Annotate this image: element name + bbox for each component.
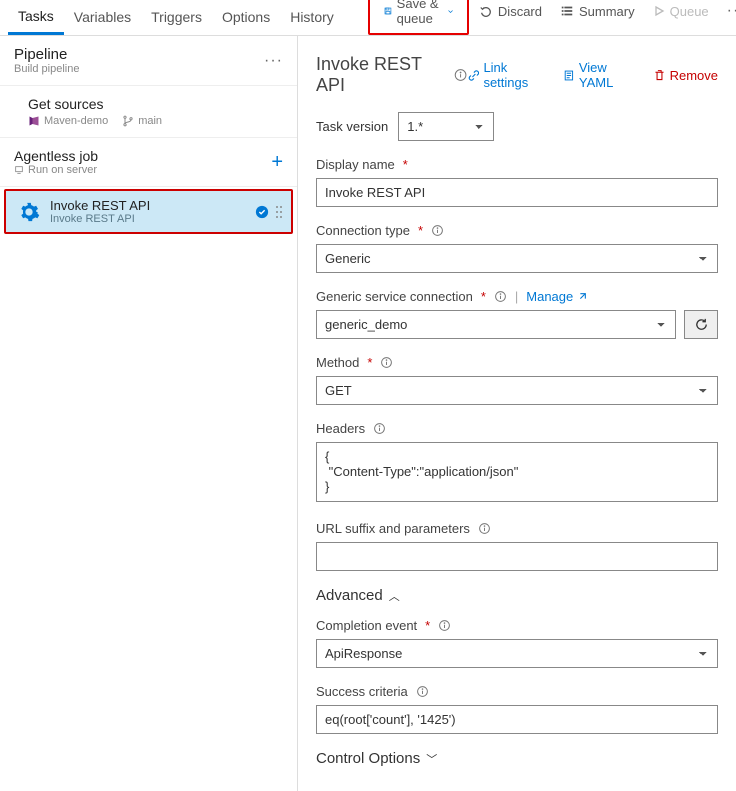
- get-sources-title: Get sources: [28, 96, 283, 112]
- chevron-down-icon: ﹀: [426, 751, 437, 767]
- main-panel: Invoke REST API Link settings View YAML …: [298, 36, 736, 791]
- tab-tasks[interactable]: Tasks: [8, 0, 64, 35]
- agentless-job[interactable]: Agentless job Run on server +: [0, 138, 297, 187]
- success-criteria-label: Success criteria: [316, 684, 408, 699]
- connection-type-label: Connection type: [316, 223, 410, 238]
- headers-textarea[interactable]: { "Content-Type":"application/json" }: [316, 442, 718, 502]
- panel-title: Invoke REST API: [316, 54, 446, 96]
- link-settings-button[interactable]: Link settings: [468, 60, 549, 90]
- repo-name: Maven-demo: [44, 115, 108, 127]
- completion-event-label: Completion event: [316, 618, 417, 633]
- url-suffix-input[interactable]: [316, 542, 718, 571]
- discard-button[interactable]: Discard: [471, 0, 550, 24]
- job-title: Agentless job: [14, 148, 98, 164]
- method-select[interactable]: GET: [316, 376, 718, 405]
- chevron-up-icon: ︿: [389, 588, 400, 604]
- task-type: Invoke REST API: [50, 213, 245, 225]
- link-icon: [468, 69, 480, 82]
- url-suffix-label: URL suffix and parameters: [316, 521, 470, 536]
- headers-label: Headers: [316, 421, 365, 436]
- info-icon[interactable]: [431, 224, 444, 237]
- advanced-section-toggle[interactable]: Advanced︿: [316, 587, 718, 604]
- branch-icon: [122, 115, 134, 127]
- chevron-down-icon: [448, 7, 453, 16]
- tab-triggers[interactable]: Triggers: [141, 1, 212, 35]
- info-icon[interactable]: [454, 68, 467, 82]
- repo-icon: [28, 115, 40, 127]
- refresh-button[interactable]: [684, 310, 718, 339]
- toolbar: Save & queue Discard Summary Queue ···: [362, 0, 736, 35]
- info-icon[interactable]: [380, 356, 393, 369]
- undo-icon: [479, 4, 493, 18]
- save-icon: [384, 4, 392, 18]
- branch-name: main: [138, 115, 162, 127]
- save-queue-button[interactable]: Save & queue: [376, 0, 461, 31]
- connection-type-select[interactable]: Generic: [316, 244, 718, 273]
- pipeline-more-button[interactable]: ···: [264, 52, 283, 70]
- remove-button[interactable]: Remove: [653, 60, 718, 90]
- pipeline-title: Pipeline: [14, 46, 79, 63]
- top-tabs: Tasks Variables Triggers Options History…: [0, 0, 736, 36]
- method-label: Method: [316, 355, 359, 370]
- drag-handle-icon[interactable]: [275, 204, 283, 220]
- tab-options[interactable]: Options: [212, 1, 280, 35]
- success-criteria-input[interactable]: [316, 705, 718, 734]
- refresh-icon: [694, 317, 709, 332]
- display-name-input[interactable]: [316, 178, 718, 207]
- check-icon: [255, 205, 269, 219]
- info-icon[interactable]: [494, 290, 507, 303]
- view-yaml-button[interactable]: View YAML: [563, 60, 639, 90]
- task-version-select[interactable]: 1.*: [398, 112, 494, 141]
- more-button[interactable]: ···: [719, 0, 736, 25]
- task-invoke-rest-api[interactable]: Invoke REST API Invoke REST API: [6, 191, 291, 232]
- gear-icon: [18, 201, 40, 223]
- sidebar: Pipeline Build pipeline ··· Get sources …: [0, 36, 298, 791]
- info-icon[interactable]: [373, 422, 386, 435]
- summary-button[interactable]: Summary: [552, 0, 643, 24]
- pipeline-subtitle: Build pipeline: [14, 63, 79, 75]
- get-sources[interactable]: Get sources Maven-demo main: [0, 86, 297, 138]
- server-icon: [14, 165, 24, 175]
- job-subtitle: Run on server: [28, 164, 97, 176]
- info-icon[interactable]: [416, 685, 429, 698]
- trash-icon: [653, 69, 666, 82]
- queue-button: Queue: [645, 0, 717, 24]
- task-name: Invoke REST API: [50, 198, 245, 213]
- task-version-label: Task version: [316, 119, 388, 134]
- pipeline-header[interactable]: Pipeline Build pipeline ···: [0, 36, 297, 86]
- play-icon: [653, 5, 665, 17]
- control-options-section-toggle[interactable]: Control Options﹀: [316, 750, 718, 767]
- info-icon[interactable]: [478, 522, 491, 535]
- add-task-button[interactable]: +: [271, 151, 283, 174]
- completion-event-select[interactable]: ApiResponse: [316, 639, 718, 668]
- manage-link[interactable]: Manage: [526, 289, 587, 304]
- service-connection-label: Generic service connection: [316, 289, 473, 304]
- display-name-label: Display name: [316, 157, 395, 172]
- info-icon[interactable]: [438, 619, 451, 632]
- service-connection-select[interactable]: generic_demo: [316, 310, 676, 339]
- yaml-icon: [563, 69, 575, 82]
- tab-variables[interactable]: Variables: [64, 1, 141, 35]
- tab-history[interactable]: History: [280, 1, 344, 35]
- list-icon: [560, 4, 574, 18]
- external-icon: [577, 292, 587, 302]
